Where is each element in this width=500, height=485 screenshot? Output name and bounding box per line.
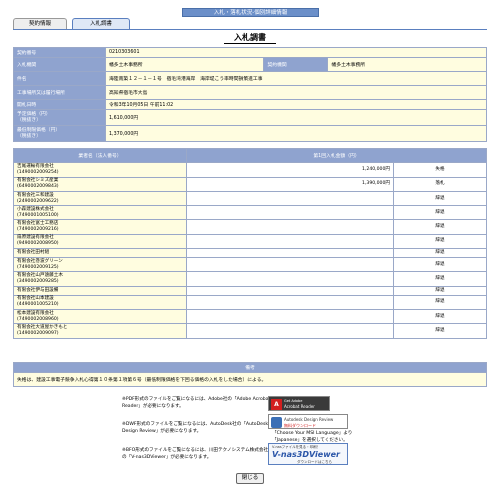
table-row: 有限会社三和建設 (2490002009622) 辞退 <box>13 190 487 207</box>
autodesk-design-review-download-link[interactable]: Autodesk Design Review 無料ダウンロード <box>268 414 348 429</box>
bid-amount-cell <box>186 219 394 235</box>
tab-bid-record[interactable]: 入札調書 <box>72 18 130 29</box>
place-value: 高知県宿毛市大島 <box>105 85 487 100</box>
bidder-name-cell: 有限会社伊与田設備 <box>13 285 187 296</box>
page-banner: 入札・落札状況-個別詳細情報 <box>182 8 319 17</box>
bid-amount-cell <box>186 285 394 296</box>
bid-result-cell: 辞退 <box>393 294 487 310</box>
min-price-value: 1,370,000円 <box>105 125 487 142</box>
bidder-name-cell: 有限会社大道屋かきもと (1490002009097) <box>13 323 187 339</box>
bidder-name-header: 業者名（法人番号） <box>13 147 187 164</box>
matter-label: 件名 <box>13 71 106 86</box>
bid-amount-cell: 1,240,000円 <box>186 162 394 178</box>
bid-result-cell: 落札 <box>393 176 487 192</box>
table-row: 有限会社田村組 辞退 <box>13 248 487 259</box>
place-label: 工事場所又は履行場所 <box>13 85 106 100</box>
table-row: 有限会社シミズ産業 (6490002009843) 1,390,000円 落札 <box>13 176 487 192</box>
open-date-value: 令和3年10月05日 午前11:02 <box>105 99 487 110</box>
vnas-download-text: ダウンロードはこちら <box>297 460 332 464</box>
tab-contract-info[interactable]: 契約情報 <box>13 18 67 29</box>
open-date-label: 開札日時 <box>13 99 106 110</box>
bid-result-cell: 辞退 <box>393 219 487 235</box>
min-price-label: 最低制限価格（円） （税抜き） <box>13 125 106 142</box>
tab-divider <box>13 29 487 30</box>
remarks-table: 備考 失格は、建設工事電子競争入札心得第１０条第１項第６号（最低制限価格を下回る… <box>13 362 487 387</box>
bidder-name-cell: 有限会社富士工務店 (7490002009216) <box>13 219 187 235</box>
adobe-reader-text: Acrobat Reader <box>284 404 315 409</box>
adobe-logo-icon: A <box>271 399 282 410</box>
bid-results-table: 業者名（法人番号） 第1回入札金額（円） 吉尾運輸有限会社 (149000200… <box>13 147 487 339</box>
adobe-get-text: Get Adobe <box>284 399 303 403</box>
bid-result-cell: 辞退 <box>393 285 487 296</box>
bid-result-cell: 辞退 <box>393 205 487 221</box>
bidder-name-cell: 有限会社田村組 <box>13 248 187 259</box>
contract-no-value: 0210303601 <box>105 47 487 58</box>
table-row: 有限会社伊与田設備 辞退 <box>13 285 487 296</box>
table-row: 松本建設有限会社 (7490002008960) 辞退 <box>13 308 487 325</box>
pdf-note: ※PDF形式のファイルをご覧になるには、Adobe社の「Adobe Acroba… <box>122 397 271 409</box>
table-row: 小森建設株式会社 (7490001005100) 辞退 <box>13 205 487 221</box>
bid-amount-cell <box>186 257 394 273</box>
page-title: 入札調書 <box>224 32 276 44</box>
bid-result-cell: 辞退 <box>393 271 487 287</box>
bid-amount-cell: 1,390,000円 <box>186 176 394 192</box>
bid-result-cell: 辞退 <box>393 257 487 273</box>
bfo-note: ※BFO形式のファイルをご覧になるには、川田テクノシステム株式会社の「V-nas… <box>122 448 269 460</box>
table-row: 有限会社富士工務店 (7490002009216) 辞退 <box>13 219 487 235</box>
autodesk-logo-icon <box>271 417 282 428</box>
bid-amount-cell <box>186 248 394 259</box>
first-bid-amount-header: 第1回入札金額（円） <box>186 147 487 164</box>
bidder-name-cell: 有限会社山本建設 (4490001005210) <box>13 294 187 310</box>
autodesk-title-text: Autodesk Design Review <box>284 417 334 422</box>
bidding-org-value: 幡多土木事務所 <box>104 57 265 72</box>
bidder-name-cell: 有限会社シミズ産業 (6490002009843) <box>13 176 187 192</box>
bid-result-cell: 辞退 <box>393 190 487 207</box>
table-row: 有限会社山戸遠藤土木 (3490002009285) 辞退 <box>13 271 487 287</box>
est-price-label: 予定価格（円） （税抜き） <box>13 109 106 126</box>
table-row: 有限会社山本建設 (4490001005210) 辞退 <box>13 294 487 310</box>
bidder-name-cell: 有限会社三和建設 (2490002009622) <box>13 190 187 207</box>
bidding-org-label: 入札機関 <box>13 57 106 72</box>
bid-amount-cell <box>186 205 394 221</box>
table-row: 扇原建設有限会社 (9490002008950) 辞退 <box>13 233 487 250</box>
table-row: 有限会社大道屋かきもと (1490002009097) 辞退 <box>13 323 487 339</box>
bid-amount-cell <box>186 190 394 207</box>
bidder-name-cell: 有限会社山戸遠藤土木 (3490002009285) <box>13 271 187 287</box>
bidder-name-cell: 小森建設株式会社 (7490001005100) <box>13 205 187 221</box>
bid-amount-cell <box>186 323 394 339</box>
bid-result-cell: 辞退 <box>393 233 487 250</box>
bid-result-cell: 辞退 <box>393 323 487 339</box>
bid-amount-cell <box>186 233 394 250</box>
bid-result-cell: 失格 <box>393 162 487 178</box>
bid-result-cell: 辞退 <box>393 308 487 325</box>
vnas3dviewer-download-link[interactable]: V-nasファイルを見る・印刷！ V-nas3DViewer ダウンロードはこち… <box>268 443 348 465</box>
bid-result-cell: 辞退 <box>393 248 487 259</box>
close-button[interactable]: 閉じる <box>236 473 264 484</box>
bidder-name-cell: 扇原建設有限会社 (9490002008950) <box>13 233 187 250</box>
bid-amount-cell <box>186 308 394 325</box>
contract-no-label: 契約番号 <box>13 47 106 58</box>
autodesk-free-download-text: 無料ダウンロード <box>284 423 316 428</box>
dwf-note: ※DWF形式のファイルをご覧になるには、AutoDesk社の「AutoDesk … <box>122 422 269 434</box>
contract-org-label: 契約機関 <box>263 57 329 72</box>
remarks-header: 備考 <box>13 362 487 373</box>
adobe-reader-download-link[interactable]: A Get Adobe Acrobat Reader <box>268 396 330 411</box>
bid-amount-cell <box>186 271 394 287</box>
bidder-name-cell: 吉尾運輸有限会社 (1490002009254) <box>13 162 187 178</box>
table-row: 有限会社巻波グリーン (7490002009125) 辞退 <box>13 257 487 273</box>
est-price-value: 1,610,000円 <box>105 109 487 126</box>
bidder-name-cell: 有限会社巻波グリーン (7490002009125) <box>13 257 187 273</box>
matter-value: 海陸南築１２－１－１号 宿毛湾港海岸 海岸堤こう率時間損策進工事 <box>105 71 487 86</box>
contract-org-value: 幡多土木事務所 <box>327 57 487 72</box>
vnas-title-text: V-nas3DViewer <box>272 450 340 459</box>
remarks-text: 失格は、建設工事電子競争入札心得第１０条第１項第６号（最低制限価格を下回る価格の… <box>13 372 487 387</box>
bidder-name-cell: 松本建設有限会社 (7490002008960) <box>13 308 187 325</box>
contract-info-table: 契約番号 0210303601 入札機関 幡多土木事務所 契約機関 幡多土木事務… <box>13 47 487 142</box>
table-row: 吉尾運輸有限会社 (1490002009254) 1,240,000円 失格 <box>13 162 487 178</box>
bid-amount-cell <box>186 294 394 310</box>
